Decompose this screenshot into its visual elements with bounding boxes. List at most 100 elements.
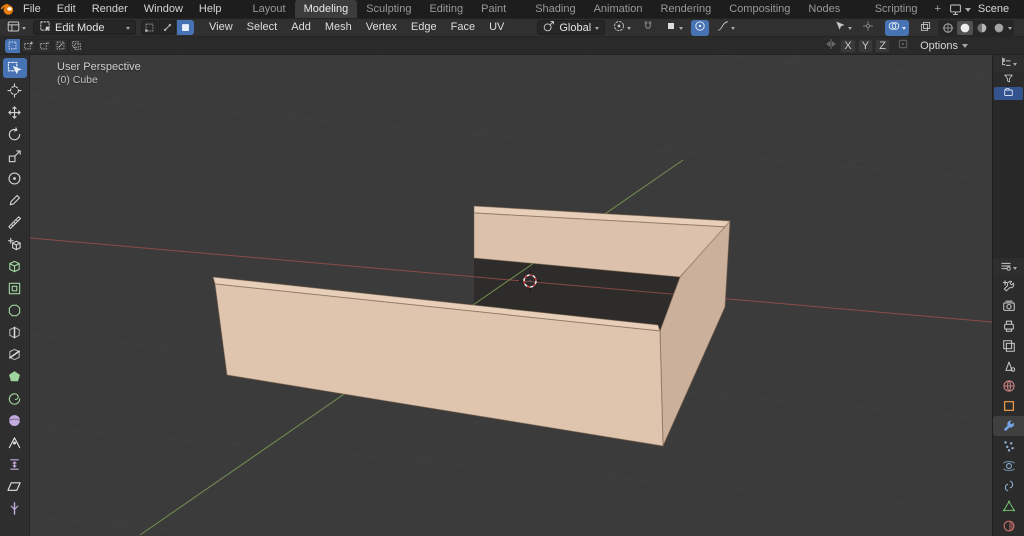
pivot-point-selector[interactable]: [610, 20, 634, 36]
properties-tab-output[interactable]: [993, 316, 1024, 336]
proportional-editing-toggle[interactable]: [691, 20, 709, 36]
mirror-x-button[interactable]: X: [840, 39, 855, 53]
3d-viewport[interactable]: User Perspective (0) Cube: [30, 55, 992, 536]
tool-annotate[interactable]: [3, 190, 27, 210]
workspace-tab-modeling[interactable]: Modeling: [295, 0, 358, 18]
viewport-menu-view[interactable]: View: [202, 18, 240, 37]
select-mode-edge[interactable]: [159, 20, 176, 35]
workspace-tab-compositing[interactable]: Compositing: [720, 0, 799, 18]
select-mode-vertex[interactable]: [141, 20, 158, 35]
properties-tab-constraints[interactable]: [993, 476, 1024, 496]
mode-selector[interactable]: Edit Mode: [33, 20, 136, 35]
topbar: FileEditRenderWindowHelp LayoutModelingS…: [0, 0, 1024, 18]
tool-bevel[interactable]: [3, 300, 27, 320]
workspace-tab-scripting[interactable]: Scripting: [866, 0, 927, 18]
workspace-tab-texture-paint[interactable]: Texture Paint: [472, 0, 526, 18]
chevron-down-icon[interactable]: [1008, 27, 1012, 32]
shading-solid-button[interactable]: [957, 21, 973, 35]
viewport-menu-edge[interactable]: Edge: [404, 18, 444, 37]
scene-name[interactable]: Scene: [978, 3, 1024, 15]
properties-tab-particles[interactable]: [993, 436, 1024, 456]
shading-rendered-button[interactable]: [991, 21, 1007, 35]
mirror-y-button[interactable]: Y: [858, 39, 873, 53]
tool-settings-right: XYZ Options: [825, 38, 968, 53]
proportional-falloff-selector[interactable]: [714, 20, 738, 36]
workspace-tab-layout[interactable]: Layout: [244, 0, 295, 18]
xray-toggle[interactable]: [917, 20, 934, 36]
viewport-menu-select[interactable]: Select: [240, 18, 285, 37]
properties-tab-object[interactable]: [993, 396, 1024, 416]
select-op-invert[interactable]: [53, 39, 68, 53]
add-workspace-button[interactable]: +: [926, 0, 948, 18]
tool-add-cube[interactable]: [3, 234, 27, 254]
viewport-menu-vertex[interactable]: Vertex: [359, 18, 404, 37]
viewport-menu-mesh[interactable]: Mesh: [318, 18, 359, 37]
tool-inset-faces[interactable]: [3, 278, 27, 298]
viewport-menu-uv[interactable]: UV: [482, 18, 511, 37]
properties-tab-view-layer[interactable]: [993, 336, 1024, 356]
tool-cursor[interactable]: [3, 80, 27, 100]
properties-editor-selector[interactable]: [993, 258, 1024, 276]
outliner-selected-row[interactable]: [994, 87, 1023, 100]
overlays-toggle[interactable]: [885, 20, 909, 36]
menu-window[interactable]: Window: [136, 0, 191, 18]
properties-tab-tool[interactable]: [993, 276, 1024, 296]
object-visibility-selector[interactable]: [831, 20, 855, 36]
select-op-new[interactable]: [5, 39, 20, 53]
tool-measure[interactable]: [3, 212, 27, 232]
select-mode-face[interactable]: [177, 20, 194, 35]
menu-file[interactable]: File: [15, 0, 49, 18]
properties-tab-scene[interactable]: [993, 356, 1024, 376]
tool-loop-cut[interactable]: [3, 322, 27, 342]
tool-select-box[interactable]: [3, 58, 27, 78]
tool-shrink-fatten[interactable]: [3, 454, 27, 474]
shading-material-button[interactable]: [974, 21, 990, 35]
menu-render[interactable]: Render: [84, 0, 136, 18]
viewport-menu-add[interactable]: Add: [284, 18, 318, 37]
tool-knife[interactable]: [3, 344, 27, 364]
outliner-editor-selector[interactable]: [993, 55, 1024, 72]
tool-extrude-region[interactable]: [3, 256, 27, 276]
viewport-canvas[interactable]: [30, 55, 992, 536]
workspace-tab-rendering[interactable]: Rendering: [651, 0, 720, 18]
transform-orientation-selector[interactable]: Global: [537, 20, 605, 35]
tool-transform[interactable]: [3, 168, 27, 188]
select-op-intersect[interactable]: [69, 39, 84, 53]
outliner-filter-row[interactable]: [993, 72, 1024, 87]
blender-logo-icon[interactable]: [0, 2, 15, 16]
editor-type-selector[interactable]: [4, 20, 29, 36]
properties-tab-world[interactable]: [993, 376, 1024, 396]
scene-selector[interactable]: Scene: [949, 3, 1024, 16]
outliner-body[interactable]: [993, 100, 1024, 258]
menu-edit[interactable]: Edit: [49, 0, 84, 18]
mirror-z-button[interactable]: Z: [875, 39, 890, 53]
tool-spin[interactable]: [3, 388, 27, 408]
tool-smooth[interactable]: [3, 410, 27, 430]
workspace-tab-sculpting[interactable]: Sculpting: [357, 0, 420, 18]
properties-tab-physics[interactable]: [993, 456, 1024, 476]
shading-wireframe-button[interactable]: [940, 21, 956, 35]
properties-tab-modifiers[interactable]: [993, 416, 1024, 436]
properties-tab-material[interactable]: [993, 516, 1024, 536]
snap-target-selector[interactable]: [662, 20, 686, 36]
tool-poly-build[interactable]: [3, 366, 27, 386]
properties-tab-render[interactable]: [993, 296, 1024, 316]
viewport-menu-face[interactable]: Face: [444, 18, 482, 37]
properties-tab-object-data[interactable]: [993, 496, 1024, 516]
gizmos-toggle[interactable]: [859, 20, 877, 36]
select-op-subtract[interactable]: [37, 39, 52, 53]
workspace-tab-geometry-nodes[interactable]: Geometry Nodes: [799, 0, 865, 18]
tool-scale[interactable]: [3, 146, 27, 166]
options-dropdown[interactable]: Options: [920, 40, 968, 52]
menu-help[interactable]: Help: [191, 0, 230, 18]
tool-shear[interactable]: [3, 476, 27, 496]
tool-move[interactable]: [3, 102, 27, 122]
tool-edge-slide[interactable]: [3, 432, 27, 452]
workspace-tab-shading[interactable]: Shading: [526, 0, 584, 18]
workspace-tab-animation[interactable]: Animation: [585, 0, 652, 18]
workspace-tab-uv-editing[interactable]: UV Editing: [420, 0, 472, 18]
tool-rotate[interactable]: [3, 124, 27, 144]
snap-toggle[interactable]: [639, 20, 657, 36]
tool-rip-region[interactable]: [3, 498, 27, 518]
select-op-extend[interactable]: [21, 39, 36, 53]
